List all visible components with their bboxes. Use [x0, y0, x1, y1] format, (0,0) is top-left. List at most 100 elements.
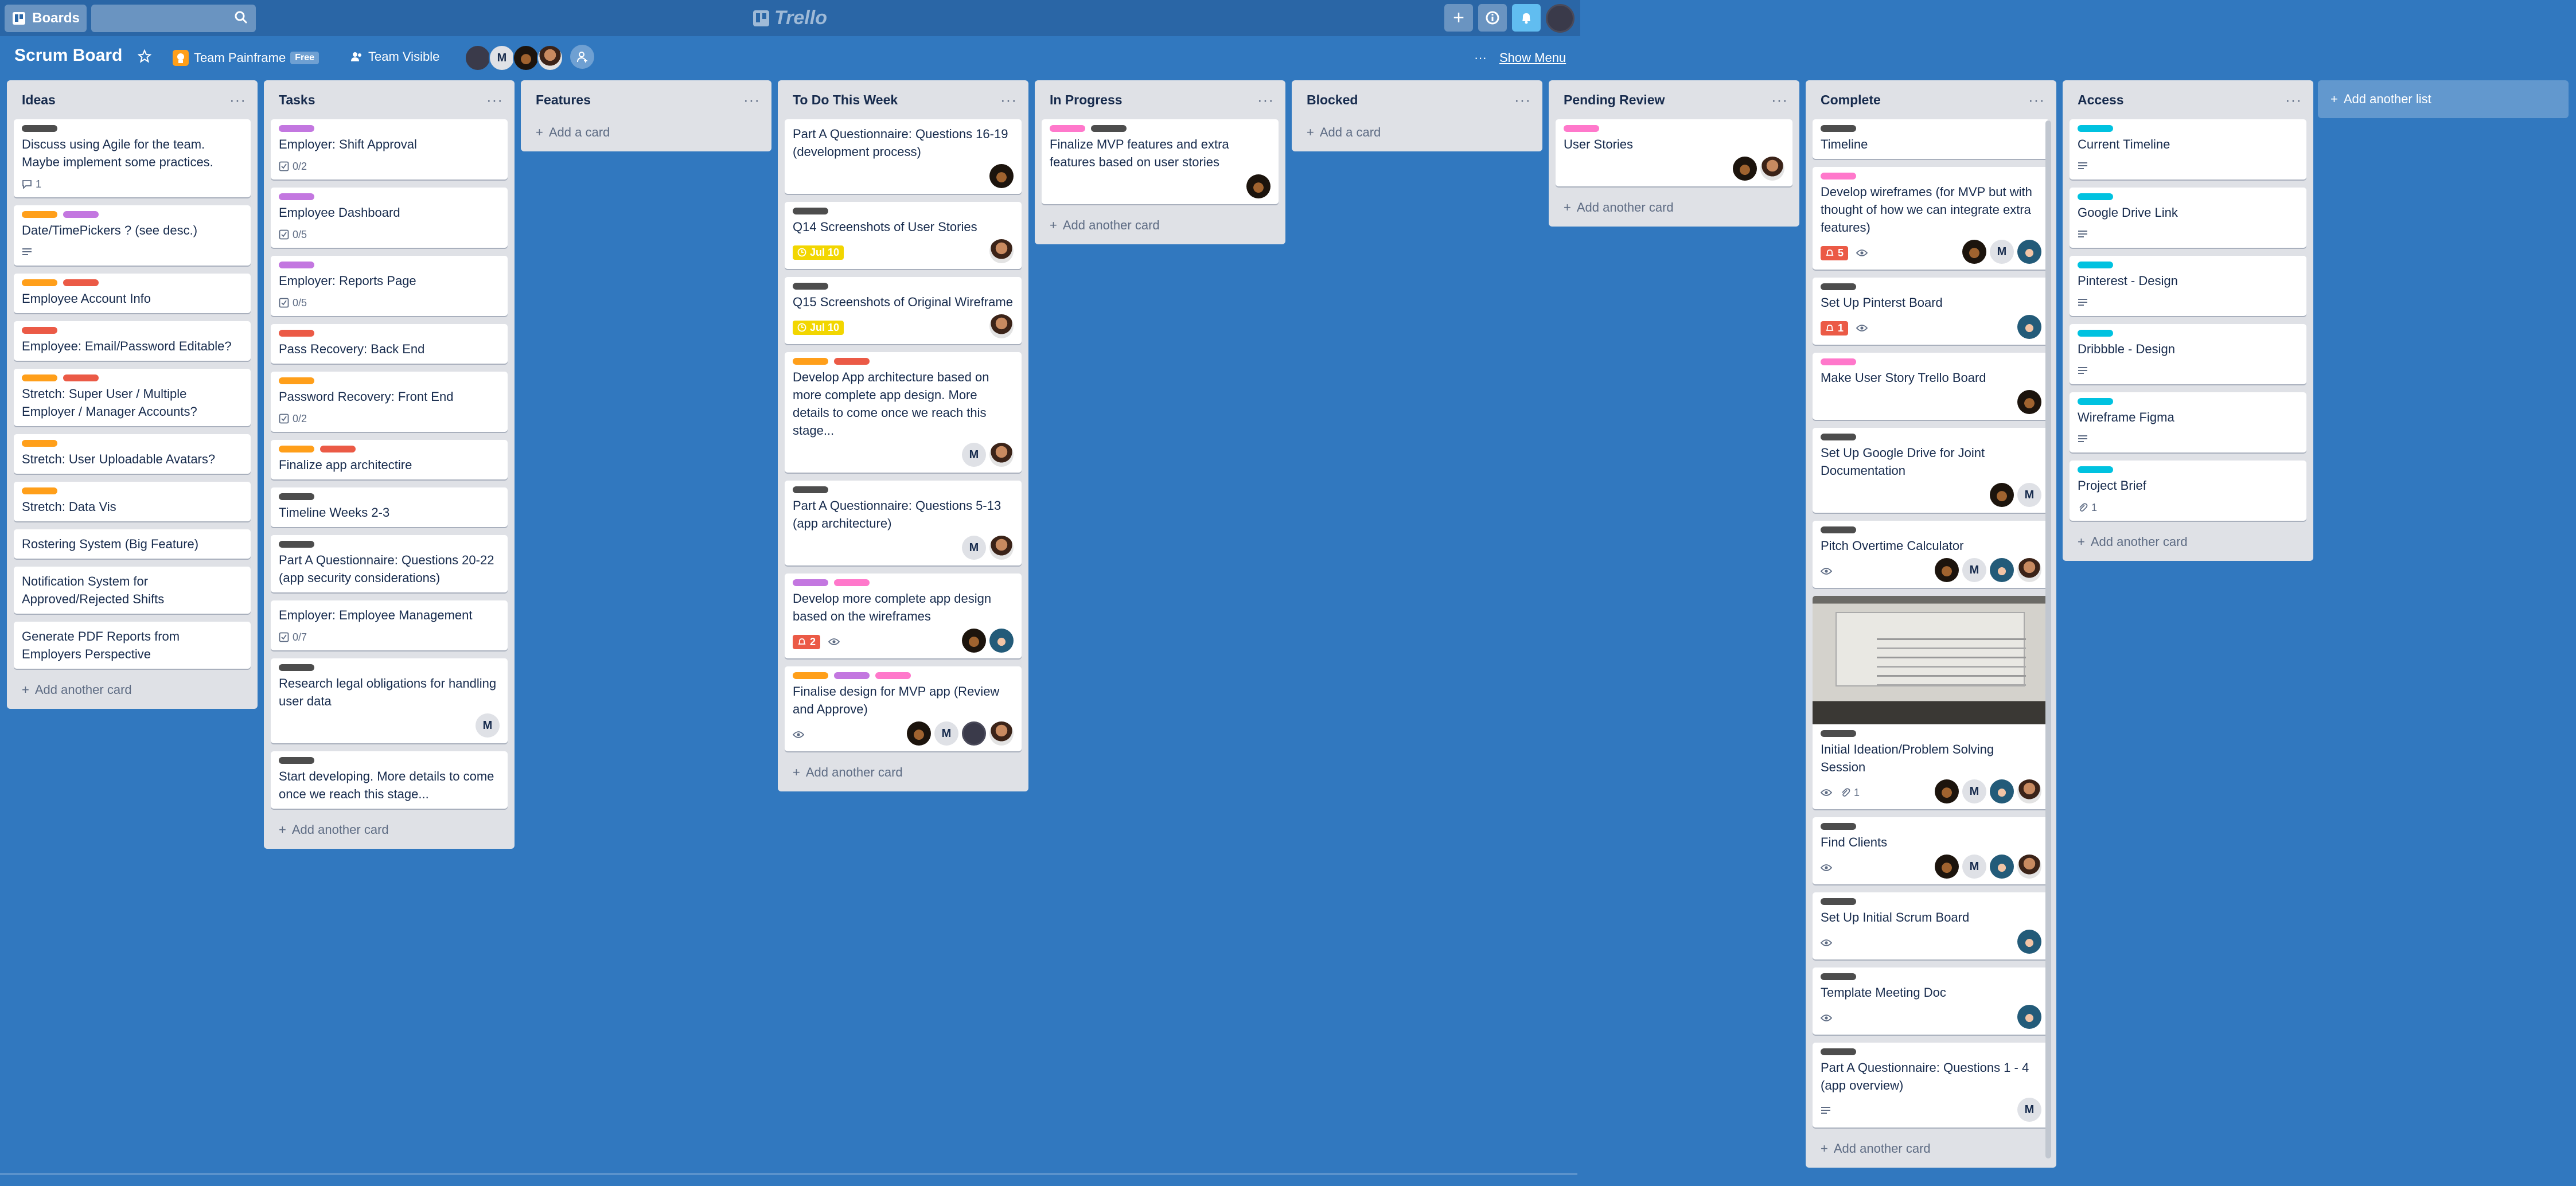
- card[interactable]: Google Drive Link: [2070, 188, 2306, 248]
- list-scrollbar[interactable]: [2045, 120, 2051, 1158]
- label-pink[interactable]: [1821, 358, 1856, 365]
- card[interactable]: Current Timeline: [2070, 119, 2306, 180]
- card[interactable]: Pinterest - Design: [2070, 256, 2306, 316]
- card[interactable]: Rostering System (Big Feature): [14, 529, 251, 559]
- card[interactable]: Q14 Screenshots of User Stories Jul 10: [785, 202, 1022, 269]
- member-avatar[interactable]: M: [1962, 779, 1986, 803]
- label-orange[interactable]: [22, 487, 57, 494]
- member-avatar[interactable]: M: [934, 721, 958, 746]
- member-avatar[interactable]: M: [1962, 855, 1986, 879]
- member-avatar[interactable]: [2017, 930, 2041, 954]
- card[interactable]: Project Brief 1: [2070, 461, 2306, 521]
- card[interactable]: Employee: Email/Password Editable?: [14, 321, 251, 361]
- member-avatar[interactable]: [2017, 1005, 2041, 1029]
- add-card-button[interactable]: + Add another card: [1042, 212, 1279, 241]
- member-avatar[interactable]: [1733, 157, 1757, 181]
- label-orange[interactable]: [22, 440, 57, 447]
- member-avatar[interactable]: [1990, 558, 2014, 582]
- member-avatar[interactable]: [907, 721, 931, 746]
- member-avatar[interactable]: [2017, 390, 2041, 414]
- board-scrollbar[interactable]: [0, 1173, 1577, 1175]
- label-purple[interactable]: [279, 125, 314, 132]
- board-title[interactable]: Scrum Board: [14, 46, 122, 65]
- list-menu-button[interactable]: ···: [2285, 91, 2306, 109]
- list-title[interactable]: Access: [2078, 92, 2124, 108]
- member-avatar[interactable]: M: [476, 713, 500, 738]
- card[interactable]: Part A Questionnaire: Questions 5-13 (ap…: [785, 481, 1022, 565]
- list-menu-button[interactable]: ···: [486, 91, 508, 109]
- member-avatar[interactable]: [1935, 855, 1959, 879]
- add-card-button[interactable]: + Add another card: [14, 677, 251, 705]
- card[interactable]: Finalize MVP features and extra features…: [1042, 119, 1279, 204]
- label-black[interactable]: [1821, 730, 1856, 737]
- member-avatar[interactable]: [513, 45, 539, 71]
- member-avatar[interactable]: [989, 443, 1014, 467]
- card[interactable]: Make User Story Trello Board: [1813, 353, 2049, 420]
- label-pink[interactable]: [1821, 173, 1856, 180]
- card[interactable]: Research legal obligations for handling …: [271, 658, 508, 743]
- label-black[interactable]: [279, 664, 314, 671]
- card[interactable]: Start developing. More details to come o…: [271, 751, 508, 809]
- label-orange[interactable]: [279, 446, 314, 452]
- label-black[interactable]: [1821, 283, 1856, 290]
- user-avatar[interactable]: [1546, 4, 1575, 33]
- member-avatar[interactable]: M: [1962, 558, 1986, 582]
- label-pink[interactable]: [1050, 125, 1085, 132]
- label-black[interactable]: [793, 283, 828, 290]
- label-orange[interactable]: [22, 374, 57, 381]
- label-black[interactable]: [1821, 973, 1856, 980]
- label-black[interactable]: [1091, 125, 1127, 132]
- member-avatar[interactable]: [465, 45, 491, 71]
- label-black[interactable]: [1821, 526, 1856, 533]
- member-avatar[interactable]: [1935, 779, 1959, 803]
- label-pink[interactable]: [834, 579, 870, 586]
- label-orange[interactable]: [279, 377, 314, 384]
- card[interactable]: Timeline Weeks 2-3: [271, 487, 508, 527]
- label-orange[interactable]: [793, 672, 828, 679]
- member-avatar[interactable]: M: [2017, 1098, 2041, 1122]
- label-black[interactable]: [1821, 434, 1856, 440]
- label-black[interactable]: [279, 493, 314, 500]
- notifications-button[interactable]: [1512, 4, 1541, 32]
- member-avatar[interactable]: [1760, 157, 1784, 181]
- list-title[interactable]: Features: [536, 92, 591, 108]
- member-avatar[interactable]: [989, 164, 1014, 188]
- member-avatar[interactable]: [1962, 240, 1986, 264]
- member-avatar[interactable]: M: [1990, 240, 2014, 264]
- member-avatar[interactable]: [1935, 558, 1959, 582]
- member-avatar[interactable]: [989, 629, 1014, 653]
- card[interactable]: Employee Account Info: [14, 274, 251, 313]
- card[interactable]: Set Up Initial Scrum Board: [1813, 892, 2049, 959]
- member-avatar[interactable]: [2017, 240, 2041, 264]
- list-title[interactable]: Pending Review: [1564, 92, 1665, 108]
- list-title[interactable]: In Progress: [1050, 92, 1123, 108]
- card[interactable]: User Stories: [1556, 119, 1792, 186]
- label-sky[interactable]: [2078, 193, 2113, 200]
- member-avatar[interactable]: M: [2017, 483, 2041, 507]
- card[interactable]: Part A Questionnaire: Questions 16-19 (d…: [785, 119, 1022, 194]
- member-avatar[interactable]: [2017, 315, 2041, 339]
- member-avatar[interactable]: [2017, 558, 2041, 582]
- member-avatar[interactable]: [537, 45, 563, 71]
- card[interactable]: Employee Dashboard 0/5: [271, 188, 508, 248]
- list-title[interactable]: Ideas: [22, 92, 56, 108]
- card[interactable]: Pitch Overtime Calculator M: [1813, 521, 2049, 588]
- card[interactable]: Develop App architecture based on more c…: [785, 352, 1022, 473]
- label-red[interactable]: [279, 330, 314, 337]
- member-avatar[interactable]: [1990, 779, 2014, 803]
- card[interactable]: Template Meeting Doc: [1813, 967, 2049, 1035]
- list-menu-button[interactable]: ···: [2028, 91, 2049, 109]
- invite-button[interactable]: [570, 45, 594, 69]
- search-input[interactable]: [91, 4, 256, 32]
- card[interactable]: Wireframe Figma: [2070, 392, 2306, 452]
- label-black[interactable]: [793, 486, 828, 493]
- card[interactable]: Generate PDF Reports from Employers Pers…: [14, 622, 251, 669]
- label-black[interactable]: [279, 541, 314, 548]
- card[interactable]: Stretch: Super User / Multiple Employer …: [14, 369, 251, 426]
- card[interactable]: Dribbble - Design: [2070, 324, 2306, 384]
- add-card-button[interactable]: + Add another card: [271, 817, 508, 845]
- add-card-button[interactable]: + Add another card: [785, 759, 1022, 788]
- card[interactable]: Pass Recovery: Back End: [271, 324, 508, 364]
- card[interactable]: Part A Questionnaire: Questions 1 - 4 (a…: [1813, 1043, 2049, 1128]
- card[interactable]: Password Recovery: Front End 0/2: [271, 372, 508, 432]
